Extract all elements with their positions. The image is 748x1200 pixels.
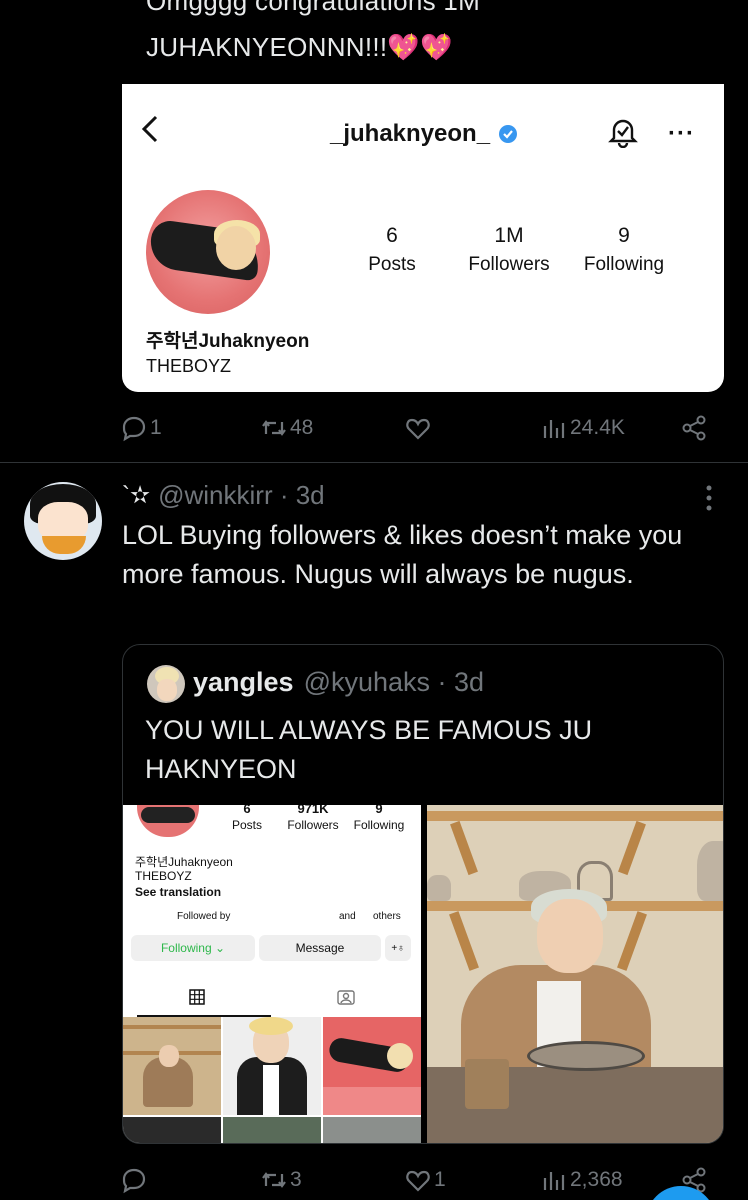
- quoted-tweet-body: YOU WILL ALWAYS BE FAMOUS JU HAKNYEON: [145, 715, 593, 784]
- like-count: 1: [434, 1168, 446, 1191]
- avatar[interactable]: [24, 482, 102, 560]
- quoted-media-image-1[interactable]: 6 Posts 971K Followers 9 Following 주학년Ju…: [123, 805, 421, 1143]
- heart-icon: [406, 418, 430, 440]
- heart-icon: [406, 1170, 430, 1192]
- mini-profile-avatar: [137, 805, 199, 837]
- quoted-separator: ·: [430, 667, 455, 697]
- ig-bio: THEBOYZ: [146, 356, 232, 376]
- ig-followers-stat: 1M Followers: [458, 224, 560, 276]
- views-chart-icon: [543, 420, 565, 438]
- mini-and: and: [339, 911, 356, 922]
- mini-followers-label: Followers: [287, 818, 339, 832]
- mini-following-label: Following: [353, 818, 405, 832]
- tweet-action-bar: 1 48 24.4K: [120, 408, 724, 448]
- retweet-button[interactable]: 3: [260, 1160, 302, 1200]
- mini-bio: THEBOYZ: [135, 869, 192, 883]
- like-button[interactable]: 1: [404, 1160, 446, 1200]
- mini-add-user-button: +♁: [385, 935, 411, 961]
- retweet-icon: [262, 420, 286, 436]
- retweet-count: 3: [290, 1168, 302, 1191]
- share-icon: [682, 415, 706, 441]
- back-arrow-icon: [141, 115, 158, 143]
- ig-display-name: 주학년Juhaknyeon: [146, 331, 310, 352]
- ig-profile-header: _juhaknyeon_ ···: [122, 84, 724, 184]
- views-button[interactable]: 24.4K: [540, 408, 625, 448]
- mini-followers-count: 971K: [297, 805, 329, 816]
- quoted-tweet-header: yangles @kyuhaks · 3d: [193, 667, 484, 698]
- mini-display-name: 주학년Juhaknyeon: [135, 855, 233, 869]
- quoted-media-card[interactable]: Omgggg congratulations 1M JUHAKNYEONNN!!…: [122, 0, 724, 392]
- like-button[interactable]: [404, 408, 434, 448]
- more-options-icon[interactable]: [704, 484, 714, 512]
- ig-posts-label: Posts: [368, 254, 416, 275]
- grid-thumb-1: [123, 1017, 221, 1115]
- mini-posts-label: Posts: [231, 818, 262, 832]
- quoted-text-line-1: Omgggg congratulations 1M: [146, 0, 481, 16]
- views-count: 2,368: [570, 1168, 623, 1191]
- quoted-tweet-card[interactable]: yangles @kyuhaks · 3d YOU WILL ALWAYS BE…: [122, 644, 724, 1144]
- ig-profile-avatar: [146, 190, 270, 314]
- mini-others: others: [373, 911, 401, 922]
- tweet-handle[interactable]: @winkkirr: [158, 480, 273, 511]
- quoted-display-name: yangles: [193, 667, 294, 697]
- quoted-text-area: Omgggg congratulations 1M JUHAKNYEONNN!!…: [122, 0, 724, 84]
- retweet-count: 48: [290, 416, 314, 439]
- tweet-action-bar-2: 3 1 2,368: [120, 1160, 724, 1200]
- quoted-handle: @kyuhaks: [303, 667, 431, 697]
- verified-badge-icon: [499, 125, 517, 143]
- mini-posts-stat: 6 Posts: [225, 805, 269, 832]
- reply-icon: [122, 416, 146, 442]
- quoted-media-image-2[interactable]: [427, 805, 723, 1143]
- reply-count: 1: [150, 416, 162, 439]
- reply-button[interactable]: [120, 1160, 150, 1200]
- mini-following-button: Following ⌄: [131, 935, 255, 961]
- mini-profile-tabs: [123, 975, 421, 1017]
- mini-following-stat: 9 Following: [349, 805, 409, 832]
- views-button[interactable]: 2,368: [540, 1160, 623, 1200]
- views-count: 24.4K: [570, 416, 625, 439]
- retweet-button[interactable]: 48: [260, 408, 313, 448]
- notification-bell-icon: [608, 119, 638, 148]
- mini-posts-count: 6: [243, 805, 251, 816]
- ig-posts-stat: 6 Posts: [356, 224, 428, 276]
- header-separator: ·: [272, 480, 296, 510]
- grid-thumb-6: [323, 1117, 421, 1143]
- tweet-header: `✫ @winkkirr · 3d: [122, 480, 325, 511]
- ig-following-label: Following: [583, 254, 665, 275]
- views-chart-icon: [543, 1172, 565, 1190]
- grid-thumb-3: [323, 1017, 421, 1115]
- reply-icon: [122, 1168, 146, 1194]
- quoted-text-line-2: JUHAKNYEONNN!!!💖💖: [146, 32, 453, 62]
- ig-followers-count: 1M: [494, 224, 524, 247]
- mini-followers-stat: 971K Followers: [283, 805, 343, 832]
- ig-following-stat: 9 Following: [576, 224, 672, 276]
- mini-followed-by: Followed by: [177, 911, 231, 922]
- display-name-glyph: `✫: [122, 482, 151, 509]
- photo-shelf-1: [427, 811, 723, 821]
- share-button[interactable]: [680, 408, 710, 448]
- tweet-divider: [0, 462, 748, 463]
- ig-posts-count: 6: [386, 224, 398, 247]
- reply-button[interactable]: 1: [120, 408, 162, 448]
- quoted-time: 3d: [454, 667, 485, 697]
- grid-icon: [189, 989, 205, 1005]
- mini-photo-grid: [123, 1017, 421, 1143]
- ig-followers-label: Followers: [468, 254, 550, 275]
- mini-message-button: Message: [259, 935, 381, 961]
- ig-username: _juhaknyeon_: [330, 120, 491, 147]
- mini-following-count: 9: [375, 805, 383, 816]
- more-options-icon: ···: [668, 120, 695, 147]
- tagged-icon: [337, 990, 355, 1005]
- quoted-avatar: [147, 665, 185, 703]
- retweet-icon: [262, 1172, 286, 1188]
- tweet-body: LOL Buying followers & likes doesn’t mak…: [122, 520, 683, 589]
- grid-thumb-4: [123, 1117, 221, 1143]
- grid-thumb-5: [223, 1117, 321, 1143]
- mini-see-translation: See translation: [135, 885, 222, 899]
- grid-thumb-2: [223, 1017, 321, 1115]
- tweet-time[interactable]: 3d: [296, 480, 325, 511]
- ig-following-count: 9: [618, 224, 630, 247]
